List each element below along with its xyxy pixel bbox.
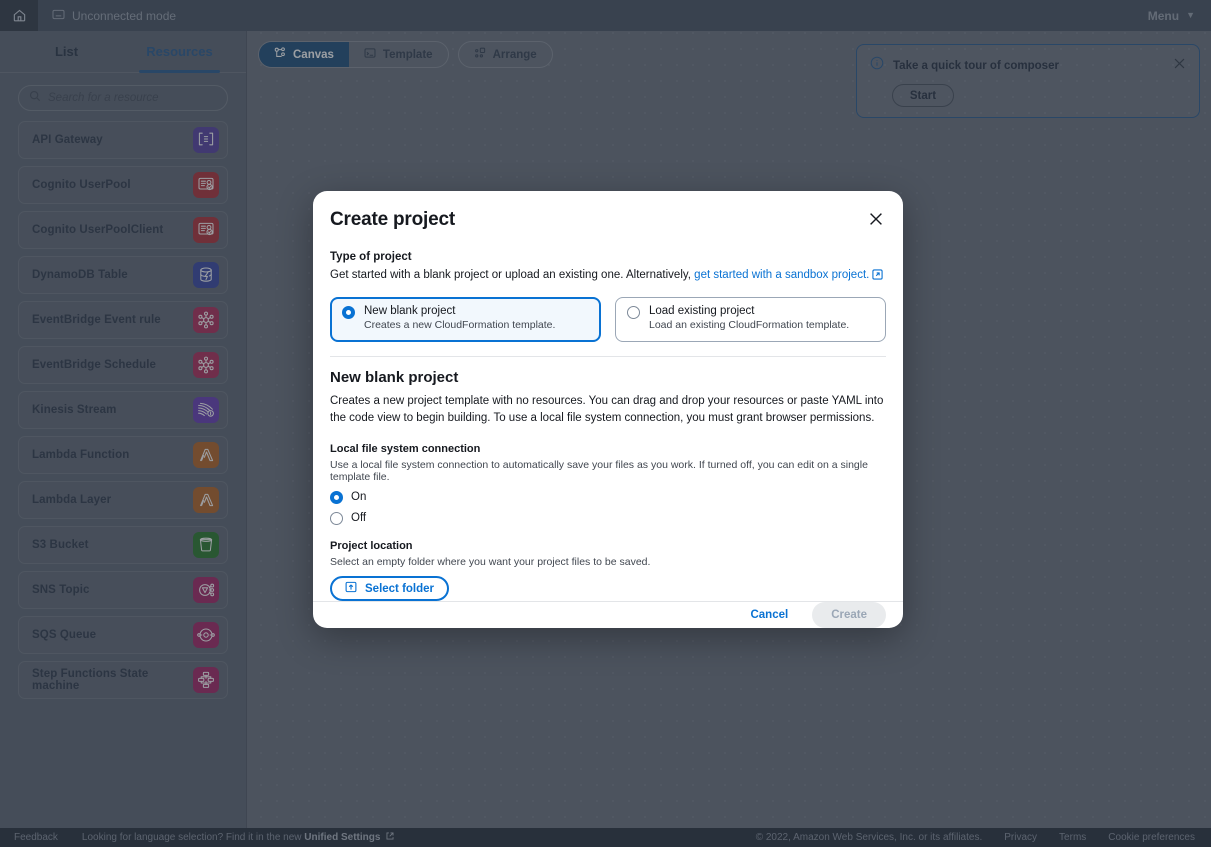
choice-load-existing-title: Load existing project — [649, 304, 755, 317]
modal-footer: Cancel Create — [313, 601, 903, 628]
section-heading: New blank project — [330, 368, 459, 386]
choice-new-blank-title: New blank project — [364, 304, 456, 317]
type-of-project-label: Type of project — [330, 251, 412, 263]
create-project-modal: Create project Type of project Get start… — [313, 191, 903, 628]
section-paragraph: Creates a new project template with no r… — [330, 394, 884, 425]
choice-new-blank-subtitle: Creates a new CloudFormation template. — [364, 318, 556, 331]
modal-divider — [330, 355, 886, 357]
fs-option-on[interactable]: On — [330, 490, 886, 505]
project-type-choices: New blank project Creates a new CloudFor… — [330, 296, 886, 342]
project-location-description: Select an empty folder where you want yo… — [330, 556, 651, 569]
choice-new-blank-project[interactable]: New blank project Creates a new CloudFor… — [330, 296, 601, 342]
folder-import-icon — [345, 581, 357, 596]
sandbox-project-link[interactable]: get started with a sandbox project. — [694, 269, 869, 281]
cancel-button[interactable]: Cancel — [740, 603, 798, 627]
type-of-project-description: Get started with a blank project or uplo… — [330, 267, 886, 286]
modal-header: Create project — [330, 209, 886, 234]
modal-title: Create project — [330, 209, 455, 230]
local-fs-description: Use a local file system connection to au… — [330, 459, 868, 484]
project-location-label: Project location — [330, 540, 413, 553]
select-folder-button[interactable]: Select folder — [330, 576, 450, 602]
fs-off-label: Off — [351, 512, 367, 525]
fs-option-off[interactable]: Off — [330, 511, 886, 526]
choice-load-existing-subtitle: Load an existing CloudFormation template… — [649, 318, 850, 331]
radio-load-existing-project[interactable] — [627, 305, 640, 319]
local-fs-label: Local file system connection — [330, 443, 481, 456]
fs-on-label: On — [351, 491, 367, 504]
type-desc-text: Get started with a blank project or uplo… — [330, 269, 695, 281]
external-link-icon — [872, 269, 883, 286]
close-icon[interactable] — [866, 209, 886, 234]
choice-load-existing-project[interactable]: Load existing project Load an existing C… — [615, 296, 886, 342]
create-button[interactable]: Create — [812, 602, 886, 628]
select-folder-label: Select folder — [365, 582, 435, 595]
modal-body: Create project Type of project Get start… — [313, 191, 903, 602]
choice-load-existing-text: Load existing project Load an existing C… — [649, 305, 849, 331]
radio-new-blank-project[interactable] — [342, 305, 355, 319]
radio-fs-off[interactable] — [330, 512, 343, 526]
radio-fs-on[interactable] — [330, 491, 343, 505]
choice-new-blank-text: New blank project Creates a new CloudFor… — [364, 305, 555, 331]
